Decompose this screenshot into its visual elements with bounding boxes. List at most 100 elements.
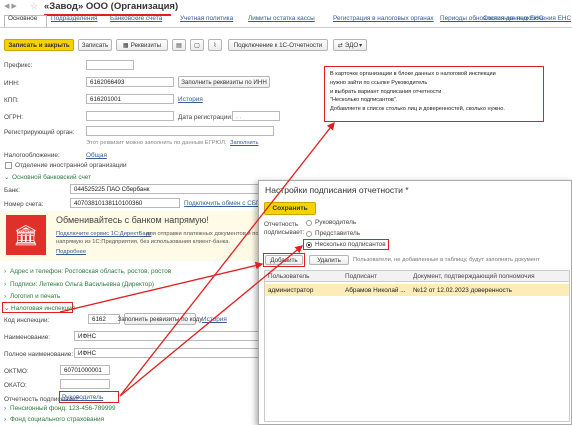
prefix-label: Префикс: [4, 62, 33, 69]
signers-table-body [264, 282, 570, 422]
fill-by-inn-button[interactable]: Заполнить реквизиты по ИНН [178, 76, 270, 88]
radio-multiple[interactable] [306, 242, 312, 248]
dialog-hint: Пользователи, не добавленные в таблицу, … [353, 257, 540, 263]
tab-tax-registration[interactable]: Регистрация в налоговых органах [333, 15, 434, 26]
callout-line-4: "Несколько подписантов". [330, 97, 398, 104]
promo-more-link[interactable]: Подробнее [56, 249, 86, 255]
signatures-section[interactable]: Подписи: Литенко Ольга Васильевна (Дирек… [10, 281, 154, 288]
egrul-hint: Этот реквизит можно заполнить по данным … [86, 140, 227, 146]
bank-field[interactable]: 044525225 ПАО Сбербанк [70, 184, 270, 194]
attach-button[interactable]: ⌇ [208, 39, 222, 51]
save-button[interactable]: Записать [78, 39, 112, 51]
radio-representative[interactable] [306, 231, 312, 237]
reg-date-field[interactable]: . . [232, 111, 280, 121]
foreign-checkbox[interactable] [5, 162, 12, 169]
full-name-label: Полное наименование: [4, 351, 74, 358]
okato-label: ОКАТО: [4, 382, 27, 389]
bank-logo-icon: 🏛 [6, 215, 46, 255]
name-field[interactable]: ИФНС [74, 331, 260, 341]
ogrn-label: ОГРН: [4, 114, 24, 121]
tab-main[interactable]: Основное [8, 15, 37, 26]
reg-organ-field[interactable] [86, 126, 274, 136]
kpp-label: КПП: [4, 97, 19, 104]
files-button[interactable]: ▢ [190, 39, 204, 51]
inn-field[interactable]: 6162066493 [86, 77, 174, 87]
full-name-field[interactable]: ИФНС [74, 348, 260, 358]
connect-reporting-button[interactable]: Подключение к 1С-Отчетности [228, 39, 328, 51]
foreign-label: Отделение иностранной организации [15, 162, 127, 169]
printer-icon: ▤ [176, 41, 182, 49]
add-button[interactable]: Добавить [265, 255, 303, 265]
dialog-title: Настройки подписания отчетности * [265, 185, 409, 195]
director-link[interactable]: Руководитель [62, 394, 103, 401]
file-icon: ▢ [194, 41, 200, 49]
reg-date-label: Дата регистрации: [178, 114, 233, 121]
star-icon[interactable]: ☆ [30, 1, 38, 12]
nav-arrows-icon[interactable]: ◀ ▶ [4, 2, 17, 10]
tab-departments[interactable]: Подразделения [51, 15, 97, 26]
requisites-button[interactable]: ▦ Реквизиты [116, 39, 168, 51]
tax-section-header[interactable]: Налоговая инспекция [11, 305, 75, 312]
fss-section[interactable]: Фонд социального страхования [10, 416, 104, 423]
radio-multiple-label: Несколько подписантов [315, 241, 386, 248]
account-label: Номер счета: [4, 201, 44, 208]
dialog-save-button[interactable]: Сохранить [264, 202, 316, 215]
kpp-field[interactable]: 616201001 [86, 94, 174, 104]
fill-link[interactable]: Заполнить [230, 140, 258, 146]
fill-by-code-button[interactable]: Заполнить реквизиты по коду [117, 313, 203, 325]
account-field[interactable]: 40703810138110100360 [70, 198, 180, 208]
bank-section-chevron-icon[interactable]: ⌄ [4, 173, 9, 181]
address-chevron-icon[interactable]: › [4, 268, 6, 275]
tax-code-field[interactable]: 6162 [88, 314, 120, 324]
logo-section[interactable]: Логотип и печать [10, 293, 60, 300]
tab-cash-limits[interactable]: Лимиты остатка кассы [248, 15, 315, 26]
prefix-field[interactable] [86, 60, 134, 70]
radio-representative-label: Представитель [315, 230, 361, 237]
pension-section[interactable]: Пенсионный фонд: 123-456-789999 [10, 405, 116, 412]
callout-line-3: и выбрать вариант подписания отчетности [330, 88, 442, 95]
callout-line-1: В карточке организации в блоке данных о … [330, 71, 496, 77]
address-section[interactable]: Адрес и телефон: Ростовская область, рос… [10, 268, 171, 275]
col-signer: Подписант [345, 273, 377, 280]
oktmo-field[interactable]: 60701000001 [60, 365, 110, 375]
tab-accounting-policy[interactable]: Учетная политика [180, 15, 233, 26]
ogrn-field[interactable] [86, 111, 174, 121]
promo-link[interactable]: Подключите сервис 1С:ДиректБанк [56, 231, 151, 237]
tax-system-label: Налогообложение: [4, 152, 60, 159]
save-close-button[interactable]: Записать и закрыть [4, 39, 74, 51]
pension-chevron-icon[interactable]: › [4, 405, 6, 412]
requisites-label: Реквизиты [130, 41, 162, 49]
tax-system-link[interactable]: Общая [86, 152, 107, 159]
sbp-link[interactable]: Подключить обмен с СБП [184, 200, 261, 207]
dialog-signs-label: Отчетность подписывает: [264, 221, 305, 236]
requisites-icon: ▦ [122, 41, 129, 49]
callout-line-2: нужно зайти по ссылке Руководитель [330, 79, 428, 86]
print-button[interactable]: ▤ [172, 39, 186, 51]
edo-icon: ⇄ [337, 41, 343, 49]
tax-section-chevron-icon[interactable]: ⌄ [4, 304, 9, 312]
radio-director-label: Руководитель [315, 219, 357, 226]
callout-line-5: Добавляете в список столько лиц и довере… [330, 106, 505, 113]
edo-button[interactable]: ⇄ ЭДО ▾ [333, 39, 367, 51]
radio-director[interactable] [306, 220, 312, 226]
okato-field[interactable] [60, 379, 110, 389]
reg-organ-label: Регистрирующий орган: [4, 129, 75, 136]
edo-label: ЭДО [344, 41, 359, 49]
fss-chevron-icon[interactable]: › [4, 416, 6, 423]
name-label: Наименование: [4, 334, 51, 341]
oktmo-label: ОКТМО: [4, 368, 29, 375]
logo-chevron-icon[interactable]: › [4, 293, 6, 300]
tab-bank-accounts[interactable]: Банковские счета [110, 15, 162, 26]
instruction-callout: В карточке организации в блоке данных о … [324, 66, 544, 122]
history-link-2[interactable]: История [202, 316, 227, 323]
tab-ens-status[interactable]: Состояния подключения ЕНС [483, 15, 571, 26]
bank-section-header[interactable]: Основной банковский счет [12, 174, 91, 181]
tabs-divider [0, 27, 572, 28]
tax-code-label: Код инспекции: [4, 317, 50, 324]
inn-label: ИНН: [4, 80, 20, 87]
promo-text-2: напрямую из 1С:Предприятия, без использо… [56, 239, 231, 245]
history-link[interactable]: История [178, 96, 203, 103]
bank-label: Банк: [4, 187, 20, 194]
signatures-chevron-icon[interactable]: › [4, 281, 6, 288]
delete-button[interactable]: Удалить [309, 255, 349, 265]
